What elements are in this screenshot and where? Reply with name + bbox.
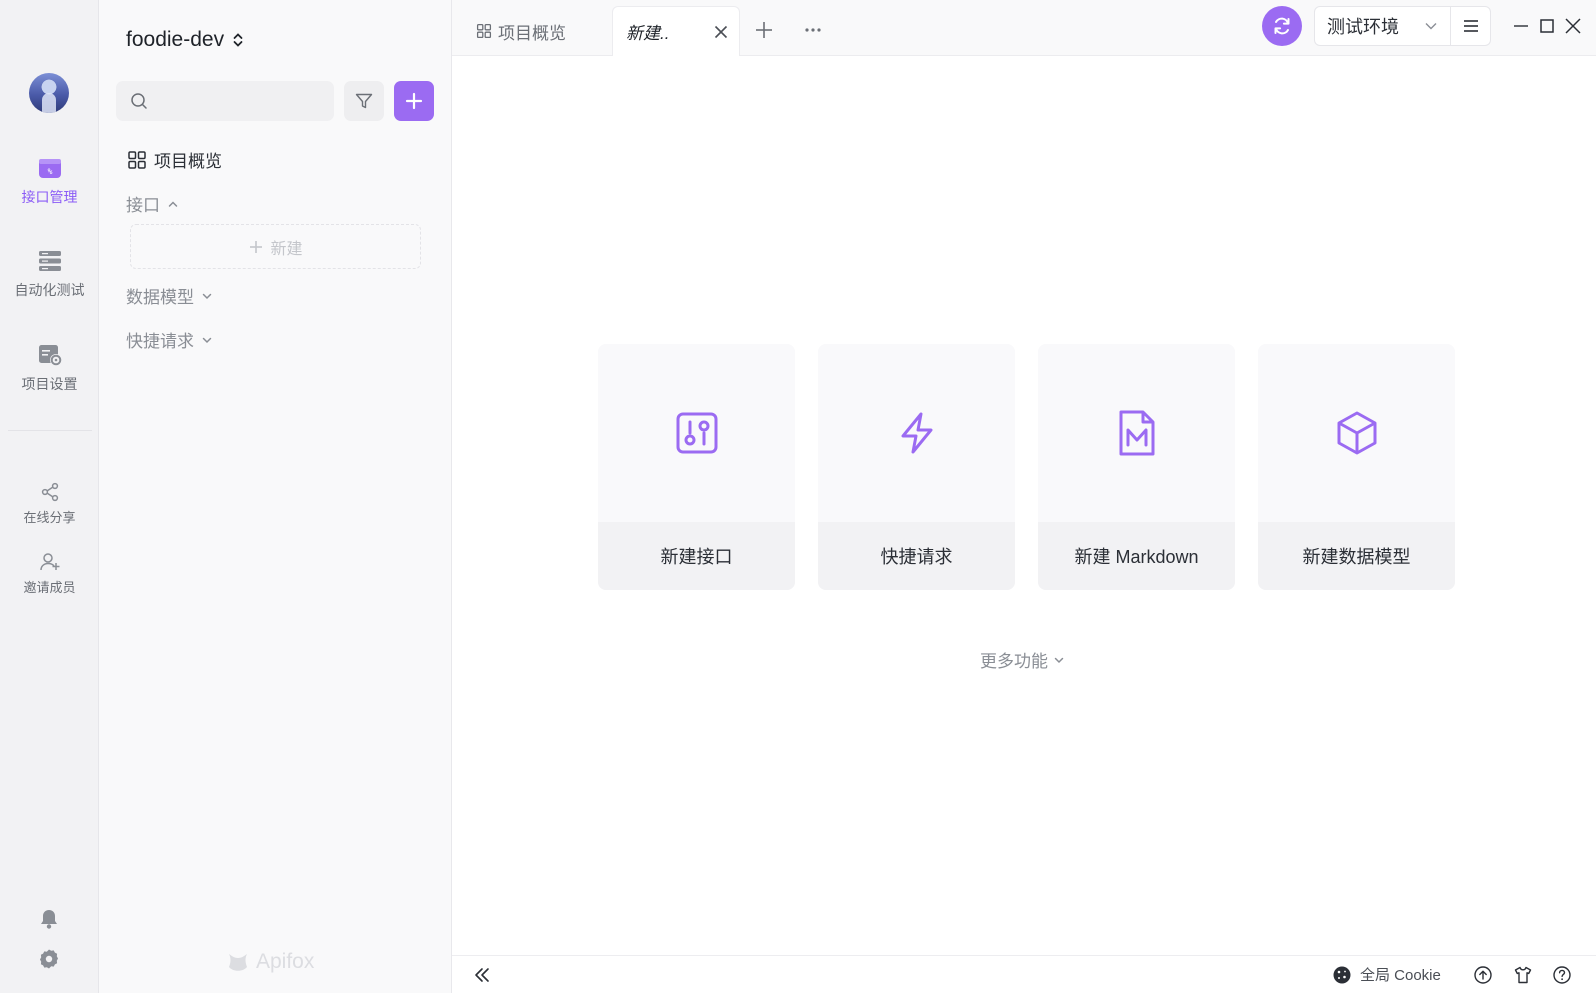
rail-item-automation-test[interactable]: 自动化测试 (0, 248, 99, 300)
markdown-file-icon (1119, 410, 1154, 456)
search-box[interactable] (116, 81, 334, 121)
card-label: 新建数据模型 (1258, 522, 1455, 590)
quick-actions: 新建接口 快捷请求 新建 Markdown 新建数据模型 (598, 344, 1455, 590)
rail-item-share-online[interactable]: 在线分享 (0, 481, 99, 526)
bottom-bar: 全局 Cookie (452, 955, 1596, 993)
collapse-sidebar-icon[interactable] (472, 965, 492, 985)
more-horizontal-icon[interactable] (802, 19, 824, 41)
rail-divider (8, 430, 92, 431)
sidebar: foodie-dev 项目概览 接口 新建 数据模型 快捷请求 Apifox (99, 0, 452, 993)
chevron-down-icon (202, 293, 212, 299)
rail-item-project-settings[interactable]: 项目设置 (0, 342, 99, 394)
apifox-brand: Apifox (226, 950, 314, 974)
sync-icon (1274, 17, 1290, 35)
more-features-toggle[interactable]: 更多功能 (980, 647, 1065, 672)
tree-section-quick-request[interactable]: 快捷请求 (126, 327, 213, 352)
cookie-icon (1333, 966, 1351, 983)
project-switcher[interactable]: foodie-dev (126, 28, 244, 52)
close-window-icon[interactable] (1563, 16, 1583, 36)
left-rail: % 接口管理 自动化测试 项目设置 在线分享 邀请成员 (0, 0, 99, 993)
tree-item-project-overview[interactable]: 项目概览 (127, 147, 222, 172)
new-tab-plus-icon[interactable] (753, 19, 775, 41)
card-new-markdown[interactable]: 新建 Markdown (1038, 344, 1235, 590)
upload-circle-icon[interactable] (1473, 965, 1493, 985)
card-quick-request[interactable]: 快捷请求 (818, 344, 1015, 590)
avatar[interactable] (29, 73, 69, 113)
rail-item-label: 自动化测试 (14, 282, 85, 298)
chevron-down-icon (202, 337, 212, 343)
environment-value: 测试环境 (1327, 17, 1399, 37)
gear-icon[interactable] (38, 948, 60, 970)
close-icon[interactable] (713, 24, 729, 40)
tab-label: 项目概览 (498, 23, 566, 43)
rail-item-label: 项目设置 (21, 376, 78, 392)
tree-item-label: 项目概览 (154, 152, 222, 171)
global-cookie-button[interactable]: 全局 Cookie (1332, 964, 1441, 985)
updown-chevron-icon (233, 33, 243, 47)
rail-item-label: 接口管理 (21, 189, 78, 205)
environment-select[interactable]: 测试环境 (1314, 6, 1451, 46)
tab-project-overview[interactable]: 项目概览 (476, 6, 602, 56)
chevron-up-icon (168, 200, 178, 207)
project-settings-icon (38, 345, 62, 366)
svg-text:%: % (47, 167, 52, 176)
api-folder-icon: % (38, 159, 61, 178)
rail-item-label: 在线分享 (23, 510, 76, 525)
new-api-icon (676, 412, 717, 454)
tree-section-label: 快捷请求 (126, 332, 194, 351)
brand-name: Apifox (256, 950, 315, 973)
filter-button[interactable] (344, 81, 384, 121)
cookie-label: 全局 Cookie (1360, 967, 1441, 984)
project-name: foodie-dev (126, 28, 225, 51)
filter-icon (355, 93, 373, 109)
card-label: 快捷请求 (818, 522, 1015, 590)
search-icon (131, 93, 147, 109)
sync-button[interactable] (1262, 6, 1302, 46)
chevron-down-icon (1425, 23, 1437, 30)
server-stack-icon (38, 251, 61, 271)
card-new-api[interactable]: 新建接口 (598, 344, 795, 590)
rail-item-invite-member[interactable]: 邀请成员 (0, 551, 99, 596)
tree-section-api[interactable]: 接口 (126, 191, 179, 216)
lightning-icon (901, 412, 932, 454)
new-label: 新建 (270, 240, 303, 258)
plus-icon (405, 92, 423, 110)
card-label: 新建接口 (598, 522, 795, 590)
cube-icon (1337, 411, 1376, 455)
hamburger-menu-icon (1463, 20, 1478, 32)
tshirt-theme-icon[interactable] (1513, 965, 1533, 985)
card-label: 新建 Markdown (1038, 522, 1235, 590)
invite-user-icon (39, 553, 59, 571)
tree-section-label: 数据模型 (126, 288, 194, 307)
help-circle-icon[interactable] (1552, 965, 1572, 985)
tab-new[interactable]: 新建.. (612, 6, 740, 56)
bell-icon[interactable] (38, 908, 60, 930)
apifox-logo-icon (229, 954, 247, 971)
rail-item-api-management[interactable]: % 接口管理 (0, 155, 99, 207)
tab-label: 新建.. (626, 24, 670, 43)
card-new-data-model[interactable]: 新建数据模型 (1258, 344, 1455, 590)
grid-icon (476, 23, 492, 39)
share-icon (41, 482, 58, 502)
grid-icon (128, 150, 146, 169)
minimize-icon[interactable] (1511, 16, 1531, 36)
new-api-button[interactable]: 新建 (130, 224, 421, 269)
add-button[interactable] (394, 81, 434, 121)
more-label: 更多功能 (980, 652, 1048, 671)
tree-section-label: 接口 (126, 196, 160, 215)
search-input[interactable] (156, 93, 326, 109)
environment-menu-button[interactable] (1451, 6, 1491, 46)
tree-section-data-model[interactable]: 数据模型 (126, 283, 213, 308)
chevron-down-icon (1054, 657, 1064, 663)
rail-item-label: 邀请成员 (23, 580, 76, 595)
maximize-icon[interactable] (1537, 16, 1557, 36)
plus-icon (250, 240, 263, 253)
